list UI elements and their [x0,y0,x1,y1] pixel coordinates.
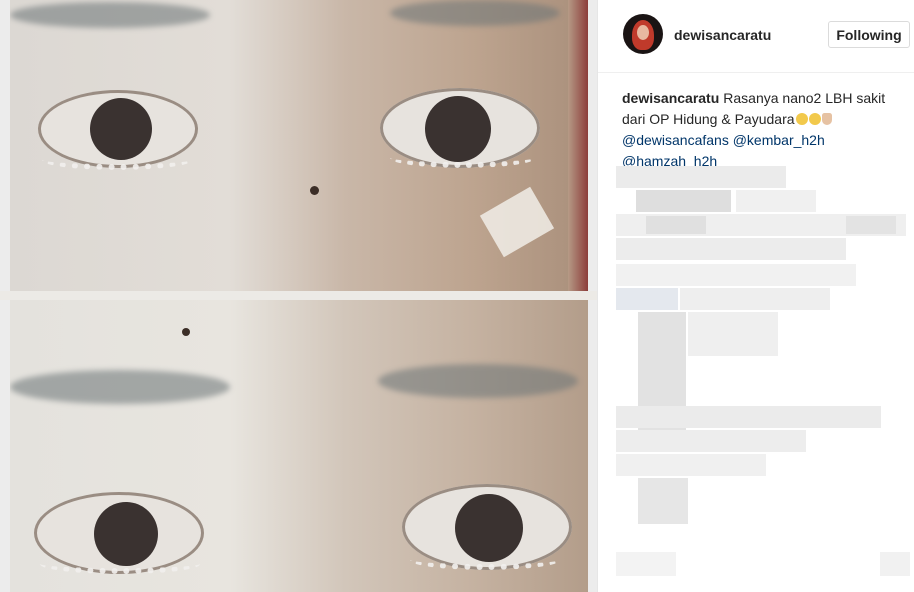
post-side-panel: dewisancaratu Following dewisancaratu Ras… [597,0,914,592]
avatar[interactable] [623,14,663,54]
post-photo[interactable] [0,0,597,592]
photo-divider [0,291,597,300]
mention-link[interactable]: @dewisancafans [622,132,729,148]
mention-link[interactable]: @kembar_h2h [733,132,825,148]
red-fabric-edge [568,0,588,291]
right-eyebrow [390,0,560,26]
pixelated-comments [616,166,912,576]
mole [310,186,319,195]
right-lashes [390,148,535,168]
left-lashes [42,150,192,170]
photo-top-panel [10,0,588,291]
post-caption: dewisancaratu Rasanya nano2 LBH sakit dar… [622,88,907,172]
grinning-sweat-emoji [795,113,808,125]
following-button[interactable]: Following [828,21,910,48]
right-eyebrow [378,364,578,398]
right-lashes [410,550,560,570]
left-lashes [40,554,200,574]
left-eyebrow [10,370,230,404]
post-username[interactable]: dewisancaratu [674,27,771,43]
folded-hands-emoji [821,113,832,125]
left-eyebrow [10,2,210,28]
caption-username[interactable]: dewisancaratu [622,90,719,106]
grinning-sweat-emoji [808,113,821,125]
mole [182,328,190,336]
post-header: dewisancaratu Following [598,0,914,73]
photo-bottom-panel [10,300,588,592]
medical-tape [479,186,555,258]
